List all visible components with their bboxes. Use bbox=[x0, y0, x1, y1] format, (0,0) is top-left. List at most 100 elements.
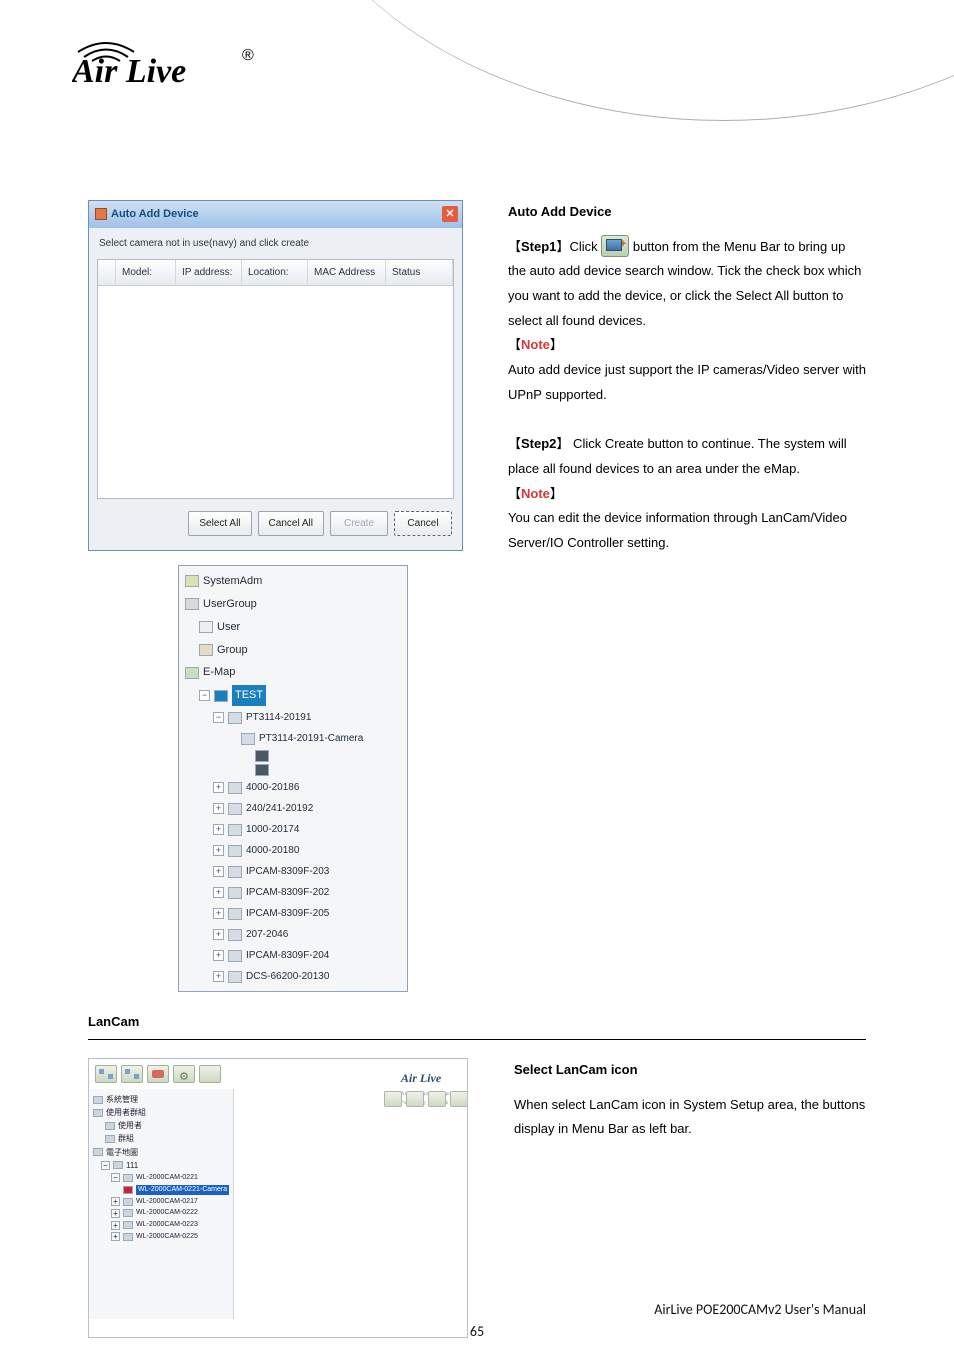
lancam-tree-cam[interactable]: WL-2000CAM-0222 bbox=[136, 1208, 198, 1218]
tree-item[interactable]: 207-2046 bbox=[246, 925, 288, 944]
tree-item[interactable]: IPCAM-8309F-205 bbox=[246, 904, 329, 923]
select-all-button[interactable]: Select All bbox=[188, 511, 251, 536]
expand-icon[interactable]: + bbox=[213, 782, 224, 793]
tree-test[interactable]: TEST bbox=[232, 685, 266, 706]
expand-icon[interactable]: + bbox=[213, 929, 224, 940]
tree-item[interactable]: 4000-20186 bbox=[246, 778, 299, 797]
step1-text-a: Click bbox=[569, 239, 601, 254]
tree-icon bbox=[93, 1109, 103, 1117]
tree-usergroup: UserGroup bbox=[203, 594, 257, 615]
step2-paragraph: 【Step2】 Click Create button to continue.… bbox=[508, 432, 866, 481]
close-icon[interactable]: ✕ bbox=[442, 206, 458, 222]
expand-icon[interactable]: + bbox=[213, 950, 224, 961]
note1: 【Note】 Auto add device just support the … bbox=[508, 333, 866, 407]
cancel-all-button[interactable]: Cancel All bbox=[258, 511, 324, 536]
expand-icon[interactable]: + bbox=[213, 824, 224, 835]
preview-btn-icon[interactable] bbox=[406, 1091, 424, 1107]
th-location[interactable]: Location: bbox=[242, 260, 308, 285]
footer-text: AirLive POE200CAMv2 User's Manual bbox=[0, 1301, 866, 1318]
expand-icon[interactable]: − bbox=[213, 712, 224, 723]
step1-label: Step1 bbox=[521, 239, 556, 254]
test-map-icon bbox=[214, 690, 228, 702]
camera-icon bbox=[228, 782, 242, 794]
dialog-title-text: Auto Add Device bbox=[111, 204, 199, 225]
camera-icon bbox=[228, 824, 242, 836]
brand-logo: Air Live ® bbox=[72, 30, 262, 90]
preview-btn-icon[interactable] bbox=[450, 1091, 468, 1107]
lancam-tree-cam[interactable]: WL-2000CAM-0223 bbox=[136, 1220, 198, 1230]
group-icon bbox=[199, 644, 213, 656]
lancam-tree-cam-selected[interactable]: WL-2000CAM-0221-Camera bbox=[136, 1185, 229, 1195]
lancam-tree-item[interactable]: 使用者群組 bbox=[106, 1107, 146, 1118]
create-button[interactable]: Create bbox=[330, 511, 388, 536]
auto-add-toolbar-icon bbox=[601, 235, 629, 257]
camera-icon bbox=[228, 971, 242, 983]
tree-item[interactable]: DCS-66200-20130 bbox=[246, 967, 329, 986]
tree-cam-parent[interactable]: PT3114-20191 bbox=[246, 708, 311, 727]
tree-icon bbox=[93, 1096, 103, 1104]
expand-icon[interactable]: + bbox=[213, 845, 224, 856]
expand-icon[interactable]: + bbox=[213, 887, 224, 898]
lancam-tree-item[interactable]: 使用者 bbox=[118, 1120, 142, 1131]
expand-icon[interactable]: − bbox=[199, 690, 210, 701]
section-divider bbox=[88, 1039, 866, 1040]
select-lancam-body: When select LanCam icon in System Setup … bbox=[514, 1093, 866, 1142]
tree-item[interactable]: IPCAM-8309F-203 bbox=[246, 862, 329, 881]
camera-icon bbox=[228, 712, 242, 724]
note-label: Note bbox=[521, 337, 550, 352]
usergroup-icon bbox=[185, 598, 199, 610]
step1-paragraph: 【Step1】Click button from the Menu Bar to… bbox=[508, 235, 866, 334]
note-label: Note bbox=[521, 486, 550, 501]
camera-icon bbox=[123, 1198, 133, 1206]
user-icon bbox=[199, 621, 213, 633]
expand-icon[interactable]: + bbox=[213, 803, 224, 814]
svg-text:Air Live: Air Live bbox=[72, 53, 186, 90]
lancam-tree-cam[interactable]: WL-2000CAM-0217 bbox=[136, 1197, 198, 1207]
emap-icon bbox=[185, 667, 199, 679]
toolbar-layout-icon[interactable] bbox=[121, 1065, 143, 1083]
lancam-tree-map[interactable]: 111 bbox=[126, 1160, 138, 1171]
device-table: Model: IP address: Location: MAC Address… bbox=[97, 259, 454, 499]
lancam-tree-cam[interactable]: WL-2000CAM-0225 bbox=[136, 1232, 198, 1242]
tree-item[interactable]: IPCAM-8309F-202 bbox=[246, 883, 329, 902]
tree-cam-child[interactable]: PT3114-20191-Camera bbox=[259, 729, 363, 748]
camera-icon bbox=[123, 1233, 133, 1241]
tree-item[interactable]: 1000-20174 bbox=[246, 820, 299, 839]
svg-text:®: ® bbox=[242, 47, 254, 64]
th-status[interactable]: Status bbox=[386, 260, 453, 285]
sensor-icon bbox=[255, 750, 269, 762]
preview-btn-icon[interactable] bbox=[384, 1091, 402, 1107]
lancam-tree-item[interactable]: 系統管理 bbox=[106, 1094, 138, 1105]
device-table-header: Model: IP address: Location: MAC Address… bbox=[98, 260, 453, 286]
select-lancam-heading: Select LanCam icon bbox=[514, 1058, 866, 1083]
lancam-tree-cam[interactable]: WL-2000CAM-0221 bbox=[136, 1173, 198, 1183]
camera-icon bbox=[228, 845, 242, 857]
th-mac[interactable]: MAC Address bbox=[308, 260, 386, 285]
tree-item[interactable]: 4000-20180 bbox=[246, 841, 299, 860]
dialog-titlebar: Auto Add Device ✕ bbox=[89, 201, 462, 228]
tree-group: Group bbox=[217, 640, 248, 661]
camera-icon bbox=[228, 950, 242, 962]
camera-icon bbox=[123, 1209, 133, 1217]
lancam-tree-item[interactable]: 電子地圖 bbox=[106, 1147, 138, 1158]
camera-live-icon bbox=[123, 1186, 133, 1194]
th-model[interactable]: Model: bbox=[116, 260, 176, 285]
camera-icon bbox=[241, 733, 255, 745]
expand-icon[interactable]: + bbox=[213, 971, 224, 982]
page-number: 65 bbox=[0, 1323, 954, 1340]
toolbar-settings-icon[interactable] bbox=[173, 1065, 195, 1083]
camera-icon bbox=[228, 908, 242, 920]
toolbar-view-icon[interactable] bbox=[95, 1065, 117, 1083]
tree-item[interactable]: IPCAM-8309F-204 bbox=[246, 946, 329, 965]
expand-icon[interactable]: + bbox=[213, 908, 224, 919]
note1-body: Auto add device just support the IP came… bbox=[508, 362, 866, 402]
tree-item[interactable]: 240/241-20192 bbox=[246, 799, 313, 818]
tree-user: User bbox=[217, 617, 240, 638]
expand-icon[interactable]: + bbox=[213, 866, 224, 877]
preview-btn-icon[interactable] bbox=[428, 1091, 446, 1107]
cancel-button[interactable]: Cancel bbox=[394, 511, 452, 536]
toolbar-camera-icon[interactable] bbox=[147, 1065, 169, 1083]
th-ip[interactable]: IP address: bbox=[176, 260, 242, 285]
lancam-tree-item[interactable]: 群組 bbox=[118, 1133, 134, 1144]
toolbar-misc-icon[interactable] bbox=[199, 1065, 221, 1083]
